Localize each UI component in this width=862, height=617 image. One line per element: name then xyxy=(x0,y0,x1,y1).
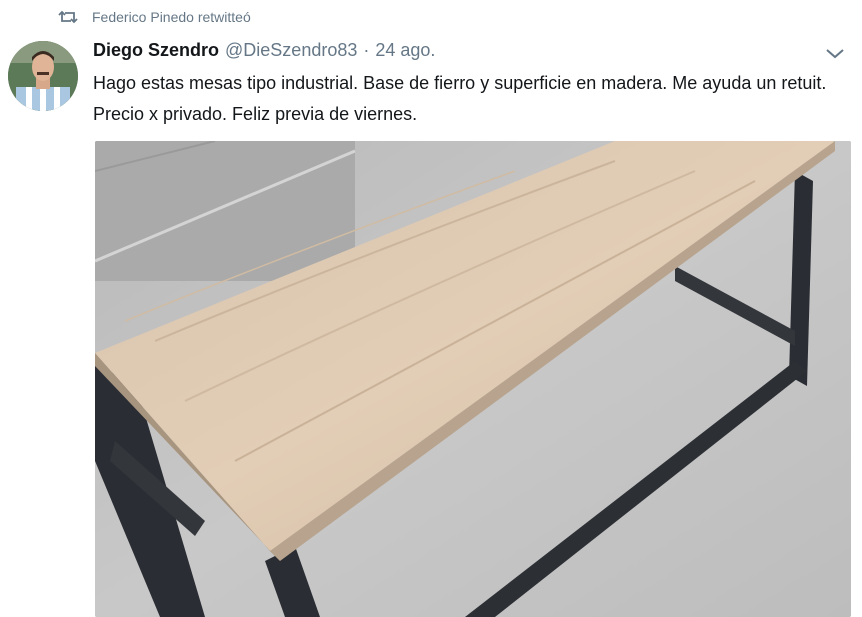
tweet-photo[interactable] xyxy=(95,141,851,617)
retweet-context: Federico Pinedo retwitteó xyxy=(58,6,251,28)
author-name[interactable]: Diego Szendro xyxy=(93,40,219,61)
retweet-label[interactable]: Federico Pinedo retwitteó xyxy=(92,9,251,25)
retweet-icon xyxy=(58,9,78,25)
tweet-text: Hago estas mesas tipo industrial. Base d… xyxy=(93,73,827,124)
author-handle[interactable]: @DieSzendro83 xyxy=(225,40,357,61)
header-separator: · xyxy=(363,40,370,60)
chevron-down-icon[interactable] xyxy=(823,44,847,62)
tweet-date[interactable]: 24 ago. xyxy=(375,40,435,61)
avatar[interactable] xyxy=(8,41,78,111)
tweet-header: Diego Szendro @DieSzendro83 · 24 ago. xyxy=(93,40,435,64)
